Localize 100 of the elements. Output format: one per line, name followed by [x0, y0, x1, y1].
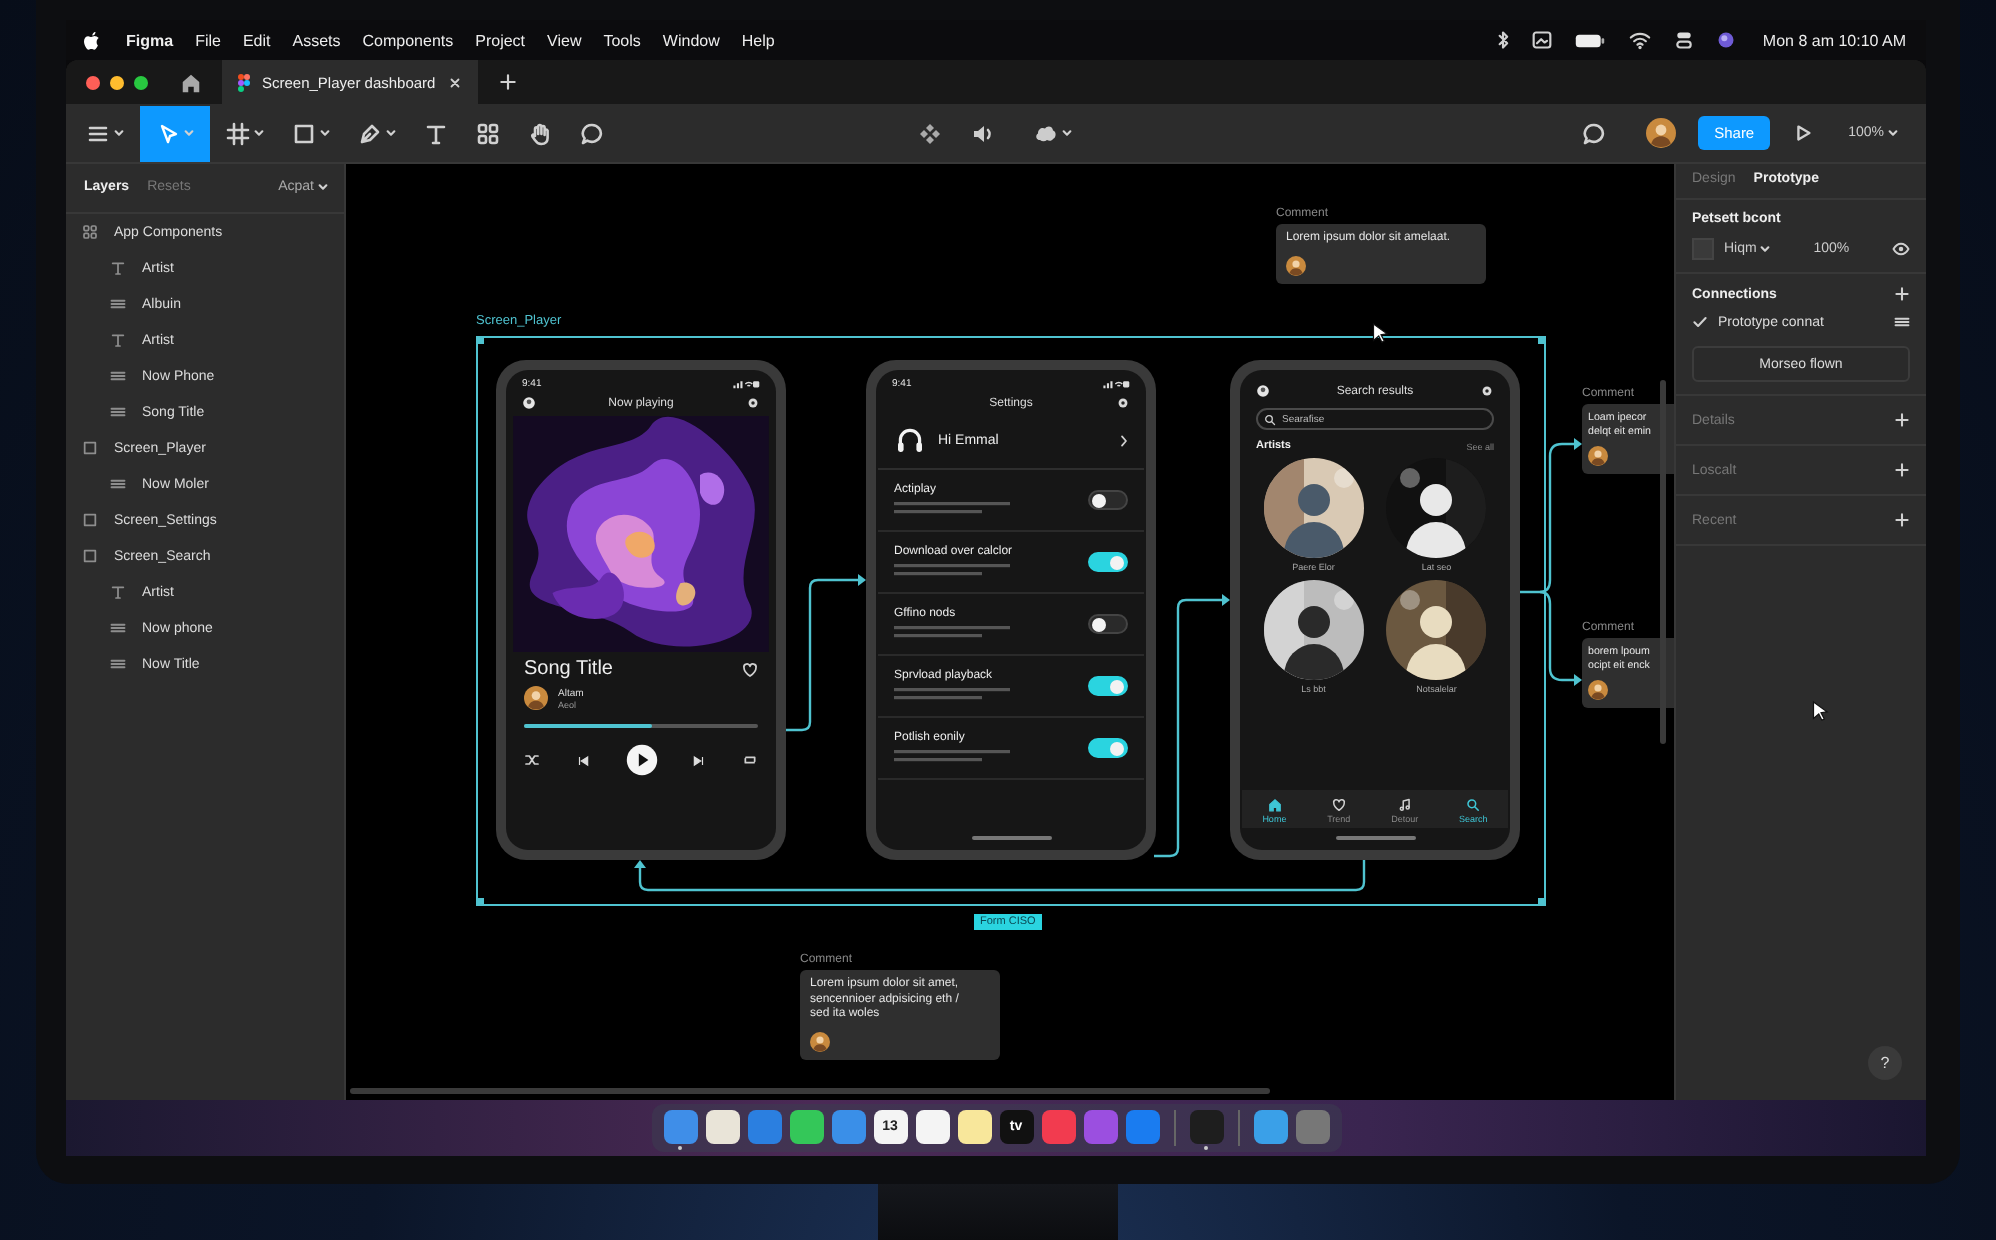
speaker-icon[interactable] [969, 121, 994, 145]
text-icon [424, 121, 448, 145]
status-icons [732, 378, 760, 390]
scroll-bar[interactable] [350, 1088, 1270, 1094]
menu-item[interactable]: View [547, 31, 582, 49]
grid-icon [226, 121, 250, 145]
toggles-icon[interactable] [1674, 30, 1695, 50]
add-tab-icon[interactable] [497, 72, 518, 92]
caret-icon [1760, 244, 1771, 254]
toggle-switch[interactable] [1088, 738, 1128, 758]
check-icon[interactable] [1692, 314, 1708, 330]
settings-icon[interactable] [1116, 396, 1130, 410]
avatar-icon [1588, 680, 1608, 701]
menu-item[interactable]: File [195, 31, 221, 49]
plus-icon[interactable] [1894, 462, 1910, 478]
caret-icon [320, 128, 330, 138]
menu-item[interactable]: Figma [126, 31, 174, 49]
profile-icon[interactable] [522, 396, 536, 410]
frame-icon [82, 548, 98, 564]
status-icons [1102, 378, 1130, 390]
app-icon[interactable] [915, 1110, 949, 1144]
artist-avatar-icon [524, 686, 548, 710]
description-lines [894, 500, 1014, 516]
menu-item[interactable]: Assets [292, 31, 341, 49]
chevron-icon [1120, 433, 1128, 447]
previous-icon[interactable] [575, 753, 590, 767]
cursor-icon [156, 121, 180, 145]
plus-icon[interactable] [1894, 286, 1910, 302]
eye-icon[interactable] [1892, 240, 1910, 258]
app-icon[interactable] [789, 1110, 823, 1144]
shuffle-icon[interactable] [524, 752, 540, 768]
song-title: Song Title [524, 658, 613, 680]
zoom-window-button[interactable] [134, 75, 148, 89]
diamond-icon[interactable] [917, 121, 942, 145]
home-icon[interactable] [180, 71, 202, 93]
home-icon [1267, 798, 1282, 812]
list-icon[interactable] [1894, 314, 1910, 330]
menu-item[interactable]: Components [362, 31, 454, 49]
app-icon[interactable] [1253, 1110, 1287, 1144]
cursor-icon [1812, 700, 1830, 722]
minimize-window-button[interactable] [110, 75, 124, 89]
menu-item[interactable]: Tools [603, 31, 641, 49]
caret-icon [386, 128, 396, 138]
toggle-switch[interactable] [1088, 614, 1128, 634]
home-indicator [1335, 836, 1415, 840]
description-lines [894, 686, 1014, 702]
orb-icon[interactable] [1716, 30, 1737, 50]
caret-icon [254, 128, 264, 138]
description-lines [894, 562, 1014, 578]
component-icon [476, 121, 500, 145]
scroll-bar[interactable] [1660, 380, 1666, 744]
close-window-button[interactable] [86, 75, 100, 89]
settings-icon[interactable] [746, 396, 760, 410]
avatar-icon [810, 1031, 830, 1051]
wifi-icon[interactable] [1628, 30, 1653, 50]
square-icon [292, 121, 316, 145]
text-icon [110, 332, 126, 348]
plus-icon[interactable] [1894, 512, 1910, 528]
profile-icon[interactable] [1256, 384, 1270, 398]
music-note-icon [1397, 798, 1412, 812]
caret-icon [184, 128, 194, 138]
toggle-switch[interactable] [1088, 490, 1128, 510]
caret-icon [1888, 128, 1899, 138]
menu-icon [86, 121, 110, 145]
plus-icon[interactable] [1894, 412, 1910, 428]
play-icon[interactable] [1792, 122, 1815, 144]
caret-icon [318, 181, 328, 191]
battery-icon[interactable] [1574, 31, 1607, 49]
cloud-icon [1033, 121, 1058, 145]
play-button[interactable] [625, 744, 657, 776]
heart-icon[interactable] [742, 661, 758, 677]
avatar-icon [1286, 255, 1306, 275]
color-swatch[interactable] [1692, 238, 1714, 260]
component-icon [82, 224, 98, 240]
bluetooth-icon[interactable] [1496, 30, 1511, 50]
headphones-icon [894, 424, 926, 456]
description-lines [894, 748, 1014, 764]
comment-icon [580, 121, 604, 145]
next-icon[interactable] [692, 753, 707, 767]
settings-icon[interactable] [1479, 384, 1494, 398]
close-icon[interactable] [447, 75, 462, 89]
avatar-icon[interactable] [1646, 118, 1677, 148]
figma-logo-icon [238, 73, 250, 91]
pen-icon [358, 121, 382, 145]
menu-item[interactable]: Edit [242, 31, 271, 49]
toggle-switch[interactable] [1088, 552, 1128, 572]
app-icon[interactable] [957, 1110, 991, 1144]
description-lines [894, 624, 1014, 640]
menu-item[interactable]: Window [662, 31, 720, 49]
apple-logo-icon[interactable] [84, 29, 102, 51]
comment-icon[interactable] [1582, 121, 1607, 145]
menu-item[interactable]: Project [475, 31, 526, 49]
caret-icon [1061, 128, 1072, 138]
home-indicator [971, 836, 1051, 840]
app-icon[interactable] [705, 1110, 739, 1144]
toggle-switch[interactable] [1088, 676, 1128, 696]
menu-item[interactable]: Help [741, 31, 775, 49]
text-icon [110, 584, 126, 600]
help-button[interactable]: ? [1868, 1046, 1902, 1080]
heart-icon [1331, 798, 1346, 812]
